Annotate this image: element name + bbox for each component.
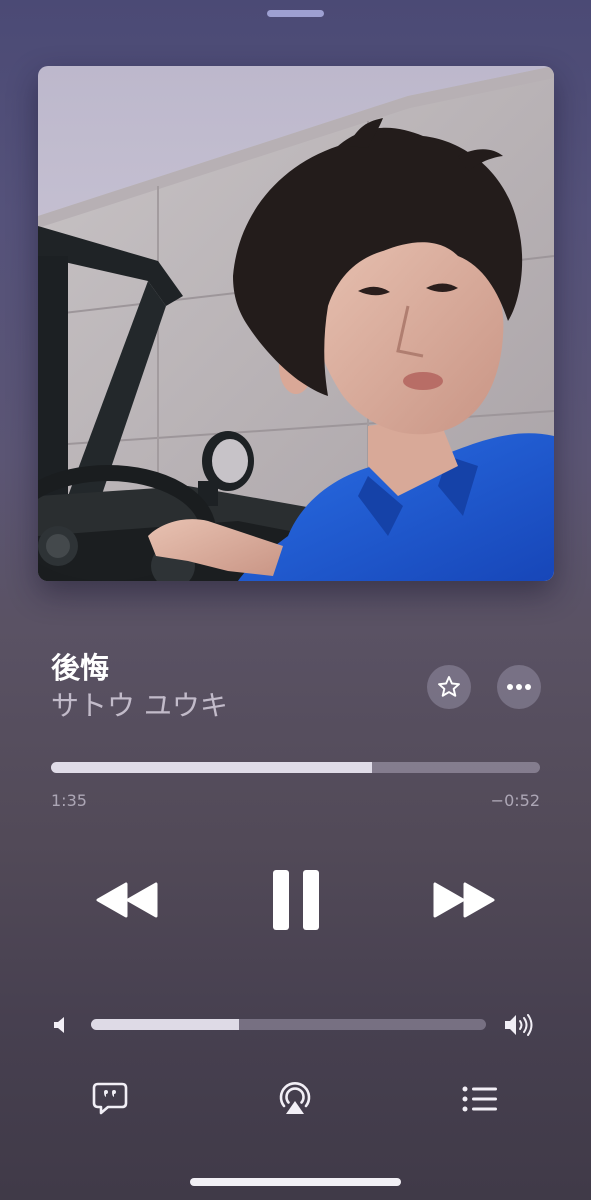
- fast-forward-button[interactable]: [429, 875, 499, 925]
- song-title: 後悔: [51, 651, 110, 685]
- sheet-grabber[interactable]: [267, 10, 324, 17]
- volume-slider[interactable]: [91, 1019, 486, 1030]
- playback-progress-fill: [51, 762, 372, 773]
- rewind-icon: [96, 882, 158, 918]
- more-options-button[interactable]: [497, 665, 541, 709]
- elapsed-time: 1:35: [51, 791, 87, 810]
- album-artwork: [38, 66, 554, 581]
- playback-scrubber[interactable]: [51, 762, 540, 773]
- airplay-button[interactable]: [273, 1077, 317, 1121]
- ellipsis-icon: [507, 684, 531, 690]
- speaker-low-icon: [50, 1013, 72, 1037]
- artist-name[interactable]: サトウ ユウキ: [51, 689, 228, 723]
- airplay-icon: [279, 1082, 311, 1114]
- pause-button[interactable]: [263, 864, 329, 936]
- home-indicator[interactable]: [190, 1178, 401, 1186]
- volume-level-fill: [91, 1019, 240, 1030]
- star-icon: [438, 676, 460, 697]
- remaining-time: −0:52: [490, 791, 540, 810]
- queue-list-icon: [462, 1086, 497, 1112]
- queue-button[interactable]: [458, 1077, 502, 1121]
- fast-forward-icon: [433, 882, 495, 918]
- lyrics-bubble-icon: [92, 1082, 128, 1115]
- speaker-high-icon: [503, 1011, 539, 1039]
- rewind-button[interactable]: [92, 875, 162, 925]
- favorite-button[interactable]: [427, 665, 471, 709]
- lyrics-button[interactable]: [88, 1076, 132, 1120]
- pause-icon: [273, 870, 319, 930]
